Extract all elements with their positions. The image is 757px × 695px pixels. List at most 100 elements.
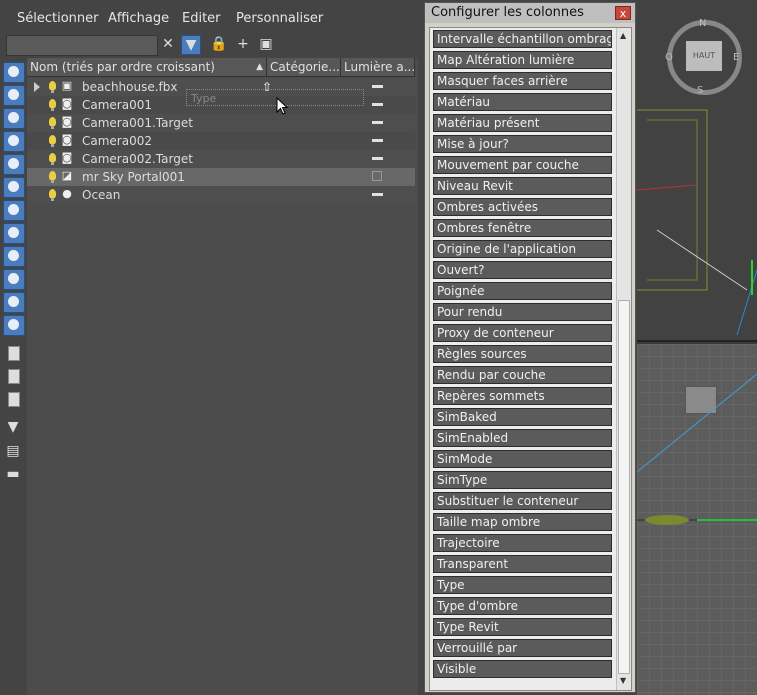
column-list-item[interactable]: Visible bbox=[433, 660, 612, 678]
filter-icon[interactable]: ▼ bbox=[4, 418, 22, 436]
display-none-icon[interactable] bbox=[3, 367, 23, 386]
scene-row[interactable]: ◪ mr Sky Portal001 bbox=[27, 168, 415, 186]
display-helpers-icon[interactable] bbox=[3, 154, 25, 175]
display-invert-icon[interactable] bbox=[3, 390, 23, 409]
scene-row-name[interactable]: Camera001 bbox=[82, 96, 152, 114]
column-list-item[interactable]: Intervalle échantillon ombrage bbox=[433, 30, 612, 48]
scene-row-name[interactable]: beachhouse.fbx bbox=[82, 78, 178, 96]
scene-row[interactable]: ◙ Camera001.Target bbox=[27, 114, 415, 132]
viewport[interactable]: HAUT N S E O bbox=[637, 0, 757, 695]
light-indeterminate-icon[interactable] bbox=[372, 139, 383, 142]
column-list-item[interactable]: Poignée bbox=[433, 282, 612, 300]
column-list-item[interactable]: Masquer faces arrière bbox=[433, 72, 612, 90]
column-list-item[interactable]: Niveau Revit bbox=[433, 177, 612, 195]
column-list-item[interactable]: Type Revit bbox=[433, 618, 612, 636]
menu-customize[interactable]: Personnaliser bbox=[236, 11, 323, 26]
column-list-item[interactable]: Règles sources bbox=[433, 345, 612, 363]
light-bulb-icon[interactable] bbox=[49, 135, 56, 147]
viewcube[interactable]: HAUT bbox=[667, 20, 742, 95]
light-bulb-icon[interactable] bbox=[49, 153, 56, 165]
column-list-item[interactable]: Matériau bbox=[433, 93, 612, 111]
light-bulb-icon[interactable] bbox=[49, 171, 56, 183]
display-bones-icon[interactable] bbox=[3, 246, 25, 267]
scene-row-name[interactable]: Ocean bbox=[82, 186, 120, 204]
filter-settings-icon[interactable]: ▤ bbox=[4, 442, 22, 460]
column-list-item[interactable]: Ombres fenêtre bbox=[433, 219, 612, 237]
light-indeterminate-icon[interactable] bbox=[372, 121, 383, 124]
column-list-item[interactable]: Ombres activées bbox=[433, 198, 612, 216]
light-bulb-icon[interactable] bbox=[49, 81, 56, 93]
display-hidden-icon[interactable] bbox=[3, 315, 25, 336]
display-lights-icon[interactable] bbox=[3, 108, 25, 129]
column-list-item[interactable]: Map Altération lumière bbox=[433, 51, 612, 69]
search-input[interactable] bbox=[6, 35, 158, 56]
column-header-category[interactable]: Catégorie... bbox=[267, 58, 341, 77]
viewport-perspective[interactable]: HAUT N S E O bbox=[637, 0, 757, 342]
column-header-light[interactable]: Lumière a... bbox=[341, 58, 415, 77]
column-list-item[interactable]: Verrouillé par bbox=[433, 639, 612, 657]
light-checkbox[interactable] bbox=[372, 171, 382, 181]
column-list[interactable]: Intervalle échantillon ombrage Map Altéra… bbox=[429, 27, 632, 691]
column-list-item[interactable]: Mouvement par couche bbox=[433, 156, 612, 174]
light-indeterminate-icon[interactable] bbox=[372, 85, 383, 88]
column-list-item[interactable]: Repères sommets bbox=[433, 387, 612, 405]
scroll-down-icon[interactable]: ▼ bbox=[620, 676, 626, 685]
column-list-item[interactable]: Taille map ombre bbox=[433, 513, 612, 531]
display-cameras-icon[interactable] bbox=[3, 131, 25, 152]
light-bulb-icon[interactable] bbox=[49, 99, 56, 111]
select-dependents-icon[interactable]: ▣ bbox=[257, 35, 275, 53]
column-list-item[interactable]: Matériau présent bbox=[433, 114, 612, 132]
display-all-icon[interactable] bbox=[3, 344, 23, 363]
scene-row-name[interactable]: Camera002.Target bbox=[82, 150, 193, 168]
viewport-grid[interactable] bbox=[637, 344, 757, 695]
display-shapes-icon[interactable] bbox=[3, 85, 25, 106]
display-spacewarps-icon[interactable] bbox=[3, 177, 25, 198]
display-containers-icon[interactable] bbox=[3, 269, 25, 290]
scene-row[interactable]: ◙ Camera002 bbox=[27, 132, 415, 150]
layer-icon[interactable]: ▬ bbox=[4, 465, 22, 483]
column-list-item[interactable]: SimMode bbox=[433, 450, 612, 468]
menu-display[interactable]: Affichage bbox=[108, 11, 169, 26]
viewcube-face[interactable]: HAUT bbox=[686, 41, 722, 71]
column-list-item[interactable]: Mise à jour? bbox=[433, 135, 612, 153]
column-list-item[interactable]: SimBaked bbox=[433, 408, 612, 426]
column-list-item[interactable]: SimType bbox=[433, 471, 612, 489]
column-list-item[interactable]: Transparent bbox=[433, 555, 612, 573]
column-list-item[interactable]: Substituer le conteneur bbox=[433, 492, 612, 510]
column-list-item[interactable]: Type d'ombre bbox=[433, 597, 612, 615]
light-bulb-icon[interactable] bbox=[49, 117, 56, 129]
column-header-name[interactable]: Nom (triés par ordre croissant) ▲ bbox=[27, 58, 267, 77]
column-list-item[interactable]: Ouvert? bbox=[433, 261, 612, 279]
expand-arrow-icon[interactable] bbox=[34, 82, 40, 92]
display-groups-icon[interactable] bbox=[3, 200, 25, 221]
light-indeterminate-icon[interactable] bbox=[372, 103, 383, 106]
display-frozen-icon[interactable] bbox=[3, 292, 25, 313]
filter-toggle-icon[interactable]: ▼ bbox=[181, 35, 201, 55]
scene-row-name[interactable]: Camera002 bbox=[82, 132, 152, 150]
column-list-item[interactable]: SimEnabled bbox=[433, 429, 612, 447]
menu-select[interactable]: Sélectionner bbox=[17, 11, 99, 26]
scroll-up-icon[interactable]: ▲ bbox=[620, 31, 626, 40]
close-button[interactable]: x bbox=[615, 6, 631, 20]
column-list-item[interactable]: Trajectoire bbox=[433, 534, 612, 552]
light-indeterminate-icon[interactable] bbox=[372, 157, 383, 160]
column-list-item[interactable]: Type bbox=[433, 576, 612, 594]
display-geometry-icon[interactable] bbox=[3, 62, 25, 83]
scrollbar-thumb[interactable] bbox=[618, 300, 630, 674]
column-list-item[interactable]: Origine de l'application bbox=[433, 240, 612, 258]
scene-row[interactable]: ● Ocean bbox=[27, 186, 415, 204]
column-list-item[interactable]: Rendu par couche bbox=[433, 366, 612, 384]
light-indeterminate-icon[interactable] bbox=[372, 193, 383, 196]
column-list-item[interactable]: Proxy de conteneur bbox=[433, 324, 612, 342]
column-list-item[interactable]: Pour rendu bbox=[433, 303, 612, 321]
scene-row[interactable]: ◙ Camera002.Target bbox=[27, 150, 415, 168]
select-children-icon[interactable]: + bbox=[234, 35, 252, 53]
display-xrefs-icon[interactable] bbox=[3, 223, 25, 244]
scene-row-name[interactable]: mr Sky Portal001 bbox=[82, 168, 185, 186]
lock-icon[interactable]: 🔒 bbox=[210, 35, 228, 53]
menu-edit[interactable]: Editer bbox=[182, 11, 221, 26]
scrollbar[interactable]: ▲ ▼ bbox=[616, 28, 631, 690]
clear-search-icon[interactable]: ✕ bbox=[159, 35, 177, 53]
scene-row-name[interactable]: Camera001.Target bbox=[82, 114, 193, 132]
light-bulb-icon[interactable] bbox=[49, 189, 56, 201]
